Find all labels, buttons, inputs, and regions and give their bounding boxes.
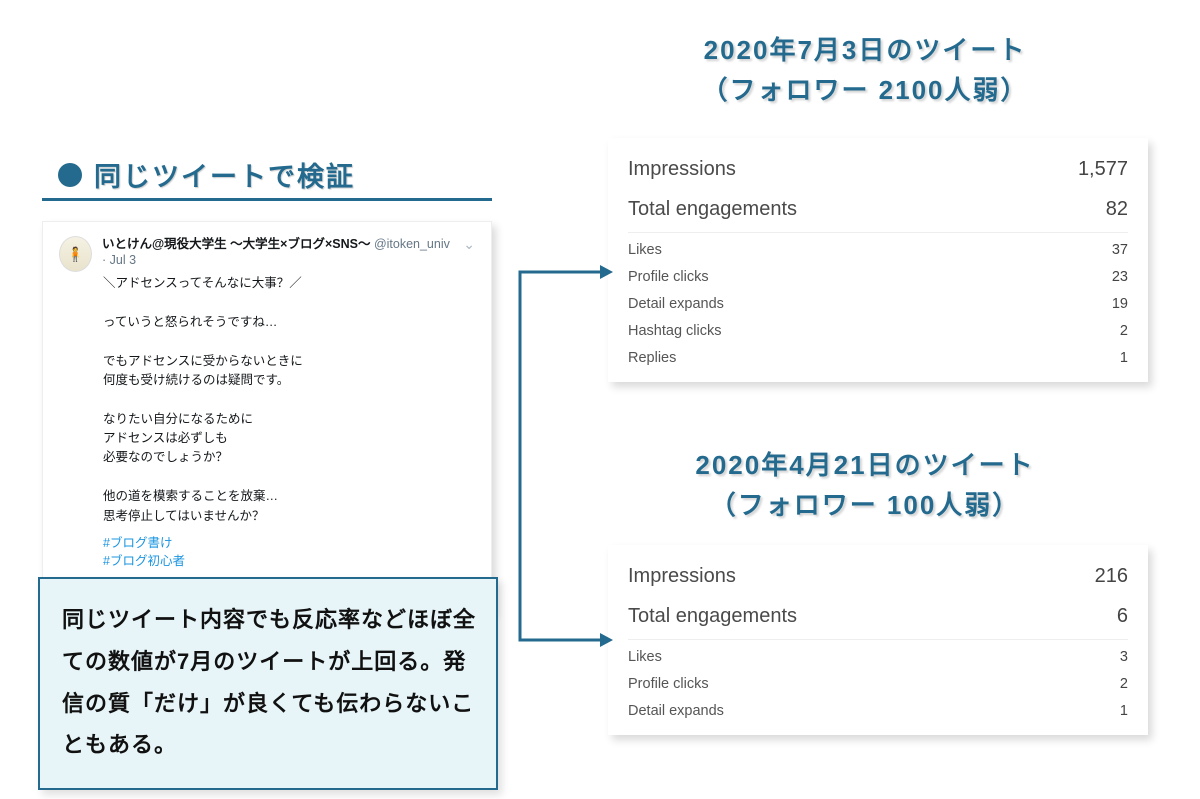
hashtag-link[interactable]: #ブログ書け (103, 536, 172, 550)
tweet-hashtags: #ブログ書け #ブログ初心者 (103, 534, 475, 570)
heading-underline (42, 198, 492, 201)
engagements-row: Total engagements 6 (628, 597, 1128, 637)
stat-row: Replies1 (628, 345, 1128, 372)
avatar: 🧍 (59, 236, 92, 272)
tweet-header: 🧍 いとけん@現役大学生 ～大学生×ブログ×SNS～ @itoken_univ … (59, 236, 475, 272)
divider (628, 639, 1128, 640)
engagements-label: Total engagements (628, 198, 797, 221)
stat-row: Profile clicks23 (628, 264, 1128, 291)
stat-row: Likes37 (628, 237, 1128, 264)
stats-card-1: Impressions 1,577 Total engagements 82 L… (608, 138, 1148, 382)
impressions-value: 1,577 (1078, 158, 1128, 181)
engagements-label: Total engagements (628, 605, 797, 628)
section-heading: 同じツイートで検証 (58, 155, 355, 194)
chevron-down-icon[interactable]: ⌄ (463, 236, 475, 253)
arrow-icon (505, 260, 615, 360)
tweet-date: Jul 3 (110, 253, 136, 267)
stat-row: Hashtag clicks2 (628, 318, 1128, 345)
tweet-body: ＼アドセンスってそんなに大事？／ っていうと怒られそうですね… でもアドセンスに… (103, 274, 475, 526)
stats-card-2: Impressions 216 Total engagements 6 Like… (608, 545, 1148, 735)
tweet-handle: @itoken_univ (374, 237, 450, 251)
impressions-row: Impressions 216 (628, 557, 1128, 597)
stat-row: Detail expands19 (628, 291, 1128, 318)
stats-title-1: 2020年7月3日のツイート （フォロワー 2100人弱） (595, 30, 1135, 111)
summary-text: 同じツイート内容でも反応率などほぼ全ての数値が7月のツイートが上回る。発信の質「… (62, 607, 476, 757)
divider (628, 232, 1128, 233)
hashtag-link[interactable]: #ブログ初心者 (103, 554, 185, 568)
engagements-value: 82 (1106, 198, 1128, 221)
engagements-row: Total engagements 82 (628, 190, 1128, 230)
section-heading-text: 同じツイートで検証 (94, 155, 355, 194)
stat-row: Detail expands1 (628, 698, 1128, 725)
engagements-value: 6 (1117, 605, 1128, 628)
impressions-row: Impressions 1,577 (628, 150, 1128, 190)
bullet-icon (58, 163, 82, 187)
tweet-card: 🧍 いとけん@現役大学生 ～大学生×ブログ×SNS～ @itoken_univ … (42, 221, 492, 612)
tweet-name-line: いとけん@現役大学生 ～大学生×ブログ×SNS～ @itoken_univ · … (102, 236, 453, 269)
tweet-dot: · (102, 253, 110, 267)
stat-row: Profile clicks2 (628, 671, 1128, 698)
stats-title-2: 2020年4月21日のツイート （フォロワー 100人弱） (595, 445, 1135, 526)
stat-row: Likes3 (628, 644, 1128, 671)
slide: 同じツイートで検証 🧍 いとけん@現役大学生 ～大学生×ブログ×SNS～ @it… (0, 0, 1200, 799)
summary-box: 同じツイート内容でも反応率などほぼ全ての数値が7月のツイートが上回る。発信の質「… (38, 577, 498, 790)
impressions-label: Impressions (628, 565, 736, 588)
impressions-label: Impressions (628, 158, 736, 181)
impressions-value: 216 (1095, 565, 1128, 588)
tweet-display-name: いとけん@現役大学生 ～大学生×ブログ×SNS～ (102, 237, 370, 251)
